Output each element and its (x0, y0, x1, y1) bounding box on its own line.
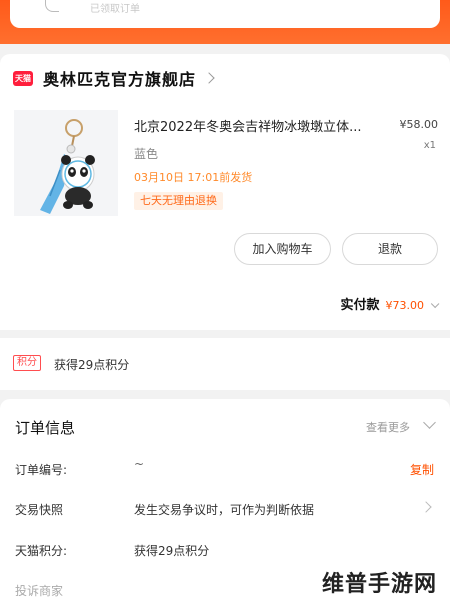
shop-header[interactable]: 天猫 奥林匹克官方旗舰店 (13, 66, 215, 90)
tmall-badge-icon: 天猫 (13, 70, 33, 86)
tmall-points-value: 获得29点积分 (134, 544, 210, 558)
points-card: 积分 获得29点积分 (0, 338, 450, 390)
view-more-link[interactable]: 查看更多 (366, 419, 410, 435)
shop-order-card: 天猫 奥林匹克官方旗舰店 北京2022年冬奥会吉祥物冰墩墩立体... ¥58.0… (0, 54, 450, 330)
shop-name[interactable]: 奥林匹克官方旗舰店 (43, 66, 196, 90)
top-card: 已领取订单 (10, 0, 440, 28)
chevron-down-icon[interactable] (423, 416, 436, 429)
complain-merchant-label[interactable]: 投诉商家 (15, 582, 63, 599)
product-quantity: x1 (423, 140, 436, 151)
paid-amount: ¥73.00 (385, 299, 425, 312)
chevron-down-icon[interactable] (430, 299, 440, 309)
copy-button[interactable]: 复制 (410, 461, 434, 478)
faint-header-text: 已领取订单 (90, 4, 140, 15)
add-to-cart-button[interactable]: 加入购物车 (234, 233, 331, 265)
points-badge: 积分 (13, 355, 41, 371)
product-price: ¥58.00 (399, 118, 439, 131)
return-policy-tag: 七天无理由退换 (134, 192, 223, 210)
product-image[interactable] (14, 110, 118, 216)
refund-button[interactable]: 退款 (342, 233, 438, 265)
order-number-value: ~ (134, 457, 145, 471)
product-title[interactable]: 北京2022年冬奥会吉祥物冰墩墩立体... (134, 116, 394, 135)
chevron-right-icon[interactable] (203, 72, 215, 84)
points-text: 获得29点积分 (54, 358, 130, 372)
chevron-right-icon[interactable] (420, 501, 432, 513)
order-info-title: 订单信息 (15, 419, 76, 437)
shipping-time: 03月10日 17:01前发货 (134, 171, 253, 184)
paid-label: 实付款 (340, 298, 380, 313)
snapshot-label: 交易快照 (15, 503, 64, 517)
tmall-points-label: 天猫积分: (15, 544, 68, 558)
snapshot-value[interactable]: 发生交易争议时，可作为判断依据 (134, 501, 314, 518)
order-number-label: 订单编号: (15, 463, 68, 477)
watermark: 维普手游网 (322, 572, 438, 597)
faint-icon (45, 0, 59, 12)
paid-amount-row[interactable]: 实付款 ¥73.00 (340, 294, 440, 313)
product-variant: 蓝色 (134, 147, 159, 161)
